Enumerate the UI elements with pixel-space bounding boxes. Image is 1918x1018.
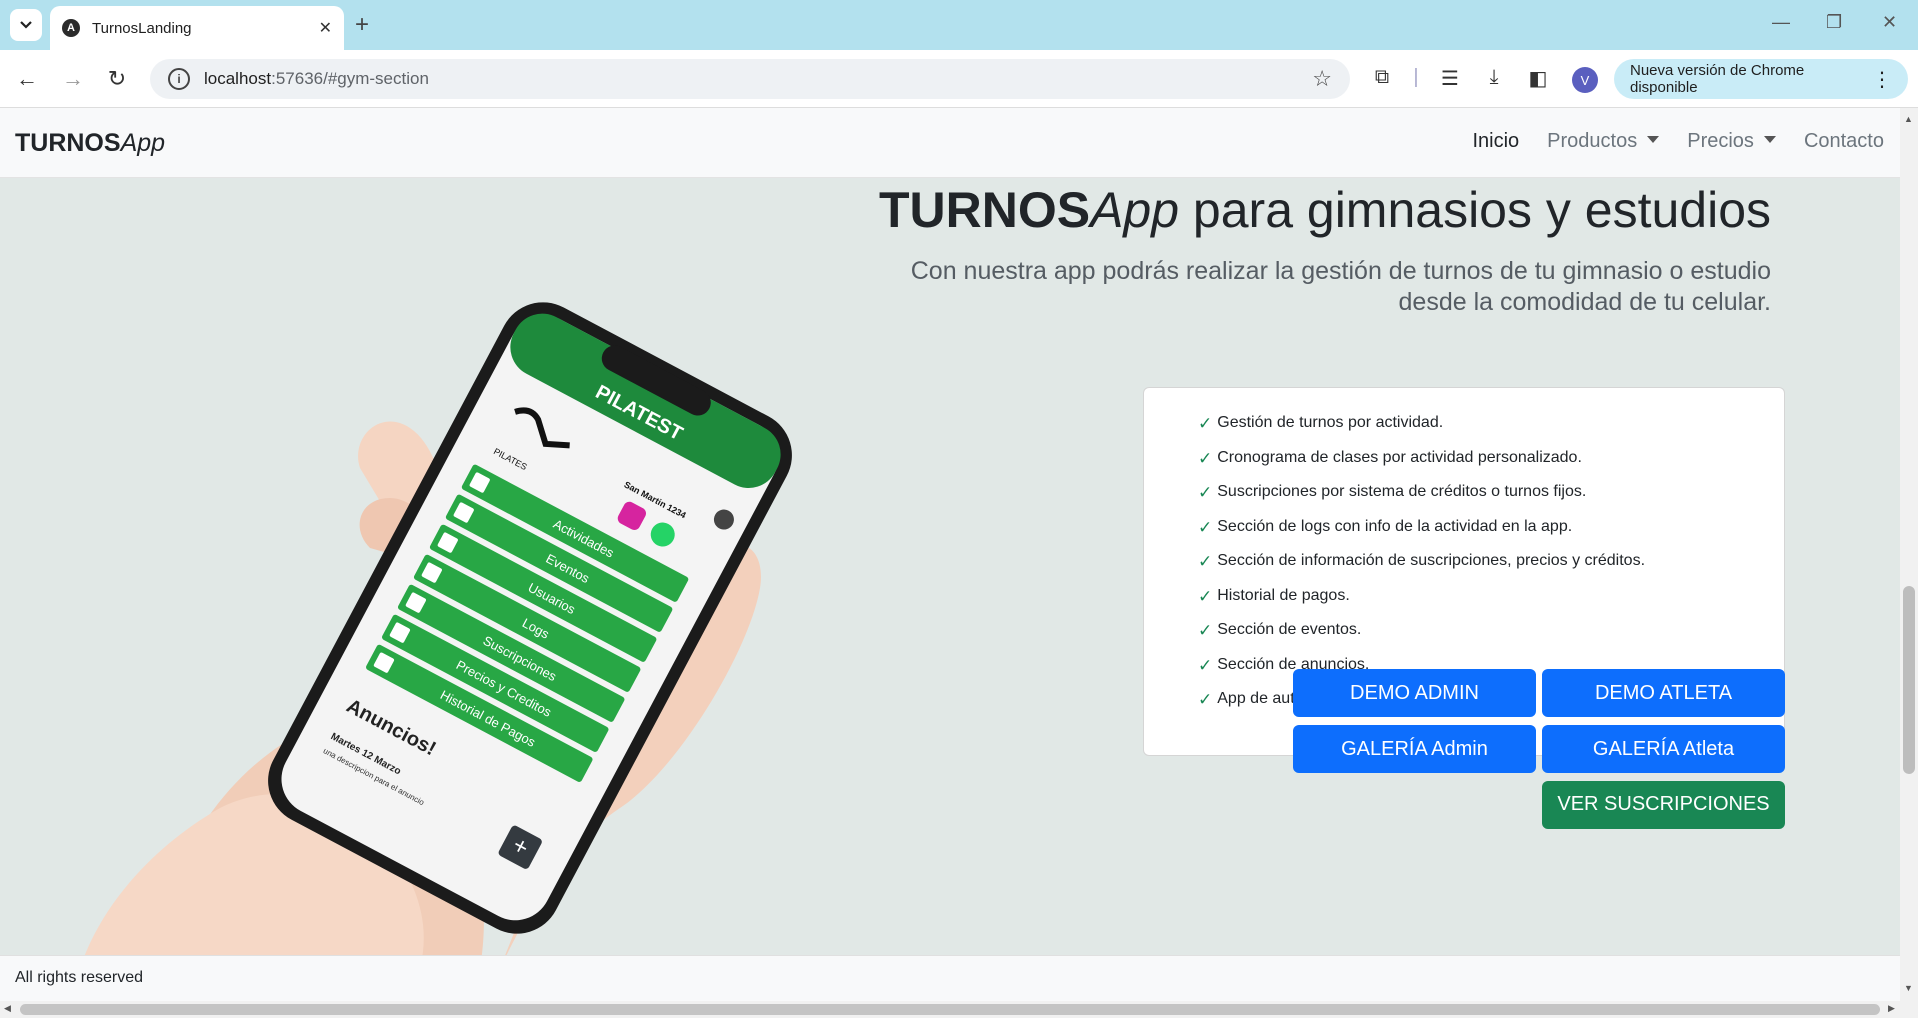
checkmark-icon: ✓ <box>1198 655 1213 675</box>
vertical-scrollbar[interactable]: ▲ ▼ <box>1900 108 1918 1001</box>
feature-text: Suscripciones por sistema de créditos o … <box>1217 483 1587 500</box>
demo-admin-button[interactable]: DEMO ADMIN <box>1293 669 1536 717</box>
address-bar[interactable]: i localhost:57636/#gym-section ☆ <box>150 59 1350 99</box>
vertical-scroll-thumb[interactable] <box>1903 586 1915 774</box>
feature-text: Sección de eventos. <box>1217 621 1362 638</box>
feature-item: ✓ Historial de pagos. <box>1198 587 1784 622</box>
feature-item: ✓ Gestión de turnos por actividad. <box>1198 414 1784 449</box>
more-menu-icon[interactable]: ⋮ <box>1872 67 1892 92</box>
checkmark-icon: ✓ <box>1198 414 1213 433</box>
nav-precios-dropdown[interactable]: Precios <box>1687 130 1776 153</box>
angular-favicon-icon: A <box>62 19 80 37</box>
checkmark-icon: ✓ <box>1198 448 1213 468</box>
page-viewport: PILATEST PILATES San Martin 1234 Activid… <box>0 108 1900 1001</box>
profile-avatar[interactable]: V <box>1572 67 1598 93</box>
close-window-icon[interactable]: ✕ <box>1882 12 1897 33</box>
nav-inicio[interactable]: Inicio <box>1472 130 1519 153</box>
feature-text: Sección de información de suscripciones,… <box>1217 552 1646 569</box>
checkmark-icon: ✓ <box>1198 690 1213 709</box>
restore-icon[interactable]: ❐ <box>1826 12 1842 33</box>
url-text: localhost:57636/#gym-section <box>204 69 429 88</box>
horizontal-scrollbar[interactable]: ◀ ▶ <box>0 1001 1918 1018</box>
side-panel-icon[interactable]: ◧ <box>1524 66 1552 91</box>
checkmark-icon: ✓ <box>1198 621 1213 640</box>
nav-productos-dropdown[interactable]: Productos <box>1547 130 1659 153</box>
download-icon[interactable]: ⤓ <box>1480 66 1508 89</box>
scroll-left-icon[interactable]: ◀ <box>4 1003 11 1014</box>
scroll-down-icon[interactable]: ▼ <box>1904 983 1913 993</box>
demo-atleta-button[interactable]: DEMO ATLETA <box>1542 669 1785 717</box>
close-tab-icon[interactable]: ✕ <box>319 18 332 38</box>
browser-tab-bar: A TurnosLanding ✕ + — ❐ ✕ <box>0 0 1918 50</box>
checkmark-icon: ✓ <box>1198 517 1213 537</box>
feature-item: ✓ Sección de logs con info de la activida… <box>1198 518 1784 553</box>
galeria-admin-button[interactable]: GALERÍA Admin <box>1293 725 1536 773</box>
minimize-icon[interactable]: — <box>1772 12 1790 33</box>
hero-title: TURNOSApp para gimnasios y estudios <box>878 182 1771 238</box>
phone-mockup-illustration: PILATEST PILATES San Martin 1234 Activid… <box>80 302 792 968</box>
galeria-atleta-button[interactable]: GALERÍA Atleta <box>1542 725 1785 773</box>
feature-text: Gestión de turnos por actividad. <box>1217 414 1444 431</box>
feature-item: ✓ Sección de eventos. <box>1198 621 1784 656</box>
tab-title: TurnosLanding <box>92 19 192 37</box>
feature-item: ✓ Cronograma de clases por actividad pers… <box>1198 449 1784 484</box>
chevron-down-icon <box>20 21 32 29</box>
checkmark-icon: ✓ <box>1198 586 1213 606</box>
checkmark-icon: ✓ <box>1198 552 1213 571</box>
browser-tab[interactable]: A TurnosLanding ✕ <box>50 6 344 50</box>
back-arrow-icon[interactable]: ← <box>12 64 42 94</box>
feature-item: ✓ Suscripciones por sistema de créditos o… <box>1198 483 1784 518</box>
feature-text: Cronograma de clases por actividad perso… <box>1217 448 1582 466</box>
ver-suscripciones-button[interactable]: VER SUSCRIPCIONES <box>1542 781 1785 829</box>
browser-toolbar: ← → ↻ i localhost:57636/#gym-section ☆ ⧉… <box>0 50 1918 108</box>
nav-contacto[interactable]: Contacto <box>1804 130 1884 153</box>
update-label: Nueva versión de Chrome disponible <box>1630 62 1805 96</box>
hero-subtitle: Con nuestra app podrás realizar la gesti… <box>910 257 1771 316</box>
checkmark-icon: ✓ <box>1198 483 1213 502</box>
page-footer: All rights reserved <box>0 955 1900 1001</box>
new-tab-icon[interactable]: + <box>355 10 369 40</box>
horizontal-scroll-thumb[interactable] <box>20 1004 1880 1015</box>
nav-links: Inicio Productos Precios Contacto <box>1472 130 1884 153</box>
tab-search-button[interactable] <box>10 9 42 41</box>
feature-text: Sección de logs con info de la actividad… <box>1217 517 1573 535</box>
media-control-icon[interactable]: ☰ <box>1436 66 1464 91</box>
forward-arrow-icon[interactable]: → <box>58 64 88 94</box>
site-info-icon[interactable]: i <box>168 68 190 90</box>
extensions-icon[interactable]: ⧉ <box>1368 66 1396 89</box>
brand-logo[interactable]: TURNOSApp <box>15 129 165 158</box>
feature-text: Historial de pagos. <box>1217 586 1350 604</box>
footer-text: All rights reserved <box>15 969 144 986</box>
bookmark-star-icon[interactable]: ☆ <box>1312 66 1332 92</box>
scroll-right-icon[interactable]: ▶ <box>1888 1003 1895 1014</box>
scroll-up-icon[interactable]: ▲ <box>1904 114 1913 124</box>
site-navbar: TURNOSApp Inicio Productos Precios Conta… <box>0 108 1900 178</box>
feature-item: ✓ Sección de información de suscripciones… <box>1198 552 1784 587</box>
toolbar-divider: | <box>1413 66 1419 88</box>
reload-icon[interactable]: ↻ <box>102 64 132 94</box>
chrome-update-button[interactable]: Nueva versión de Chrome disponible ⋮ <box>1614 59 1908 99</box>
